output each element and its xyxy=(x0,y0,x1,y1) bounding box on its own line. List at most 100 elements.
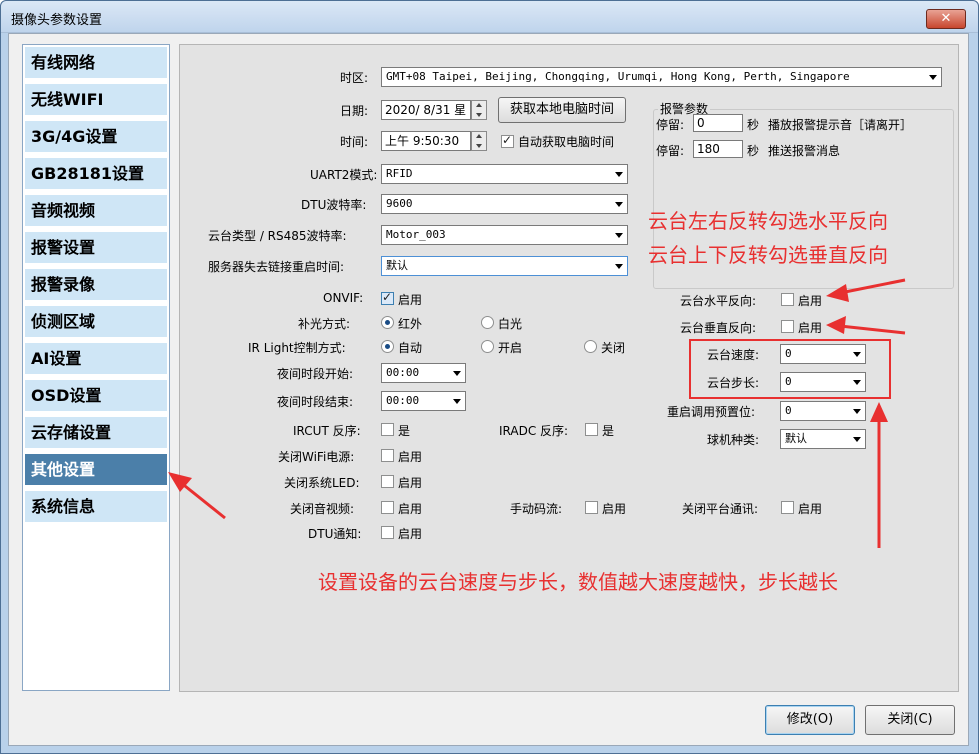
wifi-power-checkbox[interactable] xyxy=(381,449,394,462)
system-led-label: 关闭系统LED: xyxy=(284,476,360,490)
wifi-power-label: 关闭WiFi电源: xyxy=(278,450,355,464)
night-start-select[interactable]: 00:00 xyxy=(381,363,466,383)
modify-button[interactable]: 修改(O) xyxy=(765,705,855,735)
annotation-horizontal-reverse: 云台左右反转勾选水平反向 xyxy=(648,209,888,233)
ircut-checkbox[interactable] xyxy=(381,423,394,436)
close-platform-option: 启用 xyxy=(798,502,823,516)
preset-label: 重启调用预置位: xyxy=(667,405,756,419)
chevron-down-icon xyxy=(615,233,623,238)
chevron-down-icon xyxy=(615,264,623,269)
close-av-label: 关闭音视频: xyxy=(290,502,355,516)
wifi-power-option: 启用 xyxy=(398,450,423,464)
server-loss-select[interactable]: 默认 xyxy=(381,256,628,276)
ir-light-label: IR Light控制方式: xyxy=(248,341,346,355)
dtu-baud-value: 9600 xyxy=(386,197,413,210)
uart2-select[interactable]: RFID xyxy=(381,164,628,184)
auto-get-pc-time-label: 自动获取电脑时间 xyxy=(518,135,615,149)
dome-type-select[interactable]: 默认 xyxy=(780,429,866,449)
dtu-notify-label: DTU通知: xyxy=(308,527,362,541)
server-loss-value: 默认 xyxy=(386,259,408,272)
date-field[interactable]: 2020/ 8/31 星 xyxy=(381,100,471,120)
ptz-type-select[interactable]: Motor_003 xyxy=(381,225,628,245)
ir-light-auto-label: 自动 xyxy=(398,341,423,355)
fill-light-label: 补光方式: xyxy=(298,317,351,331)
close-av-option: 启用 xyxy=(398,502,423,516)
sidebar-item-alarm-recording[interactable]: 报警录像 xyxy=(25,269,167,301)
night-start-label: 夜间时段开始: xyxy=(277,367,354,381)
iradc-label: IRADC 反序: xyxy=(499,424,569,438)
dtu-baud-select[interactable]: 9600 xyxy=(381,194,628,214)
window-title: 摄像头参数设置 xyxy=(11,13,103,28)
ircut-option: 是 xyxy=(398,424,411,438)
sidebar-item-alarm[interactable]: 报警设置 xyxy=(25,232,167,264)
time-spinner[interactable] xyxy=(471,131,487,151)
sidebar-item-detection-area[interactable]: 侦测区域 xyxy=(25,306,167,338)
night-end-select[interactable]: 00:00 xyxy=(381,391,466,411)
close-platform-label: 关闭平台通讯: xyxy=(682,502,759,516)
iradc-checkbox[interactable] xyxy=(585,423,598,436)
time-field[interactable]: 上午 9:50:30 xyxy=(381,131,471,151)
uart2-label: UART2模式: xyxy=(310,168,378,182)
sidebar-item-other[interactable]: 其他设置 xyxy=(25,454,167,486)
stay2-input[interactable]: 180 xyxy=(693,140,743,158)
get-pc-time-button[interactable]: 获取本地电脑时间 xyxy=(498,97,626,123)
preset-value: 0 xyxy=(785,404,792,417)
fill-light-white-label: 白光 xyxy=(498,317,523,331)
sidebar-item-system-info[interactable]: 系统信息 xyxy=(25,491,167,523)
sidebar-item-wired-network[interactable]: 有线网络 xyxy=(25,47,167,79)
annotation-highlight-box xyxy=(689,339,891,399)
chevron-down-icon xyxy=(853,409,861,414)
date-label: 日期: xyxy=(340,104,369,118)
preset-select[interactable]: 0 xyxy=(780,401,866,421)
timezone-value: GMT+08 Taipei, Beijing, Chongqing, Urumq… xyxy=(386,70,850,83)
sidebar-item-wifi[interactable]: 无线WIFI xyxy=(25,84,167,116)
stay1-input[interactable]: 0 xyxy=(693,114,743,132)
onvif-checkbox[interactable] xyxy=(381,290,394,305)
night-end-label: 夜间时段结束: xyxy=(277,395,354,409)
night-end-value: 00:00 xyxy=(386,394,420,407)
chevron-down-icon xyxy=(615,172,623,177)
stay1-unit: 秒 xyxy=(747,118,760,132)
sidebar-item-cloud-storage[interactable]: 云存储设置 xyxy=(25,417,167,449)
sidebar-item-3g4g[interactable]: 3G/4G设置 xyxy=(25,121,167,153)
close-av-checkbox[interactable] xyxy=(381,501,394,514)
ptz-v-reverse-option: 启用 xyxy=(798,321,823,335)
sidebar-item-gb28181[interactable]: GB28181设置 xyxy=(25,158,167,190)
iradc-option: 是 xyxy=(602,424,615,438)
close-button[interactable]: 关闭(C) xyxy=(865,705,955,735)
stay2-label: 停留: xyxy=(656,144,685,158)
onvif-label: ONVIF: xyxy=(323,291,364,305)
system-led-checkbox[interactable] xyxy=(381,475,394,488)
stay2-unit: 秒 xyxy=(747,144,760,158)
chevron-down-icon xyxy=(453,371,461,376)
ptz-h-reverse-checkbox[interactable] xyxy=(781,293,794,306)
sidebar-item-osd[interactable]: OSD设置 xyxy=(25,380,167,412)
ir-light-auto-radio[interactable] xyxy=(381,340,394,353)
date-spinner[interactable] xyxy=(471,100,487,120)
server-loss-label: 服务器失去链接重启时间: xyxy=(208,260,345,274)
ir-light-off-radio[interactable] xyxy=(584,340,597,353)
sidebar-item-ai[interactable]: AI设置 xyxy=(25,343,167,375)
sidebar-item-audio-video[interactable]: 音频视频 xyxy=(25,195,167,227)
close-window-button[interactable]: ✕ xyxy=(926,9,966,29)
auto-get-pc-time-checkbox[interactable] xyxy=(501,133,514,148)
annotation-speed-step: 设置设备的云台速度与步长，数值越大速度越快，步长越长 xyxy=(318,570,838,594)
fill-light-white-radio[interactable] xyxy=(481,316,494,329)
ptz-h-reverse-option: 启用 xyxy=(798,294,823,308)
chevron-down-icon xyxy=(853,437,861,442)
manual-stream-option: 启用 xyxy=(602,502,627,516)
ir-light-on-label: 开启 xyxy=(498,341,523,355)
ptz-type-value: Motor_003 xyxy=(386,228,446,241)
ptz-h-reverse-label: 云台水平反向: xyxy=(680,294,757,308)
ir-light-on-radio[interactable] xyxy=(481,340,494,353)
ptz-v-reverse-label: 云台垂直反向: xyxy=(680,321,757,335)
annotation-vertical-reverse: 云台上下反转勾选垂直反向 xyxy=(648,243,888,267)
fill-light-ir-radio[interactable] xyxy=(381,316,394,329)
dtu-notify-checkbox[interactable] xyxy=(381,526,394,539)
timezone-select[interactable]: GMT+08 Taipei, Beijing, Chongqing, Urumq… xyxy=(381,67,942,87)
close-platform-checkbox[interactable] xyxy=(781,501,794,514)
ptz-v-reverse-checkbox[interactable] xyxy=(781,320,794,333)
manual-stream-checkbox[interactable] xyxy=(585,501,598,514)
stay1-label: 停留: xyxy=(656,118,685,132)
dtu-baud-label: DTU波特率: xyxy=(301,198,367,212)
